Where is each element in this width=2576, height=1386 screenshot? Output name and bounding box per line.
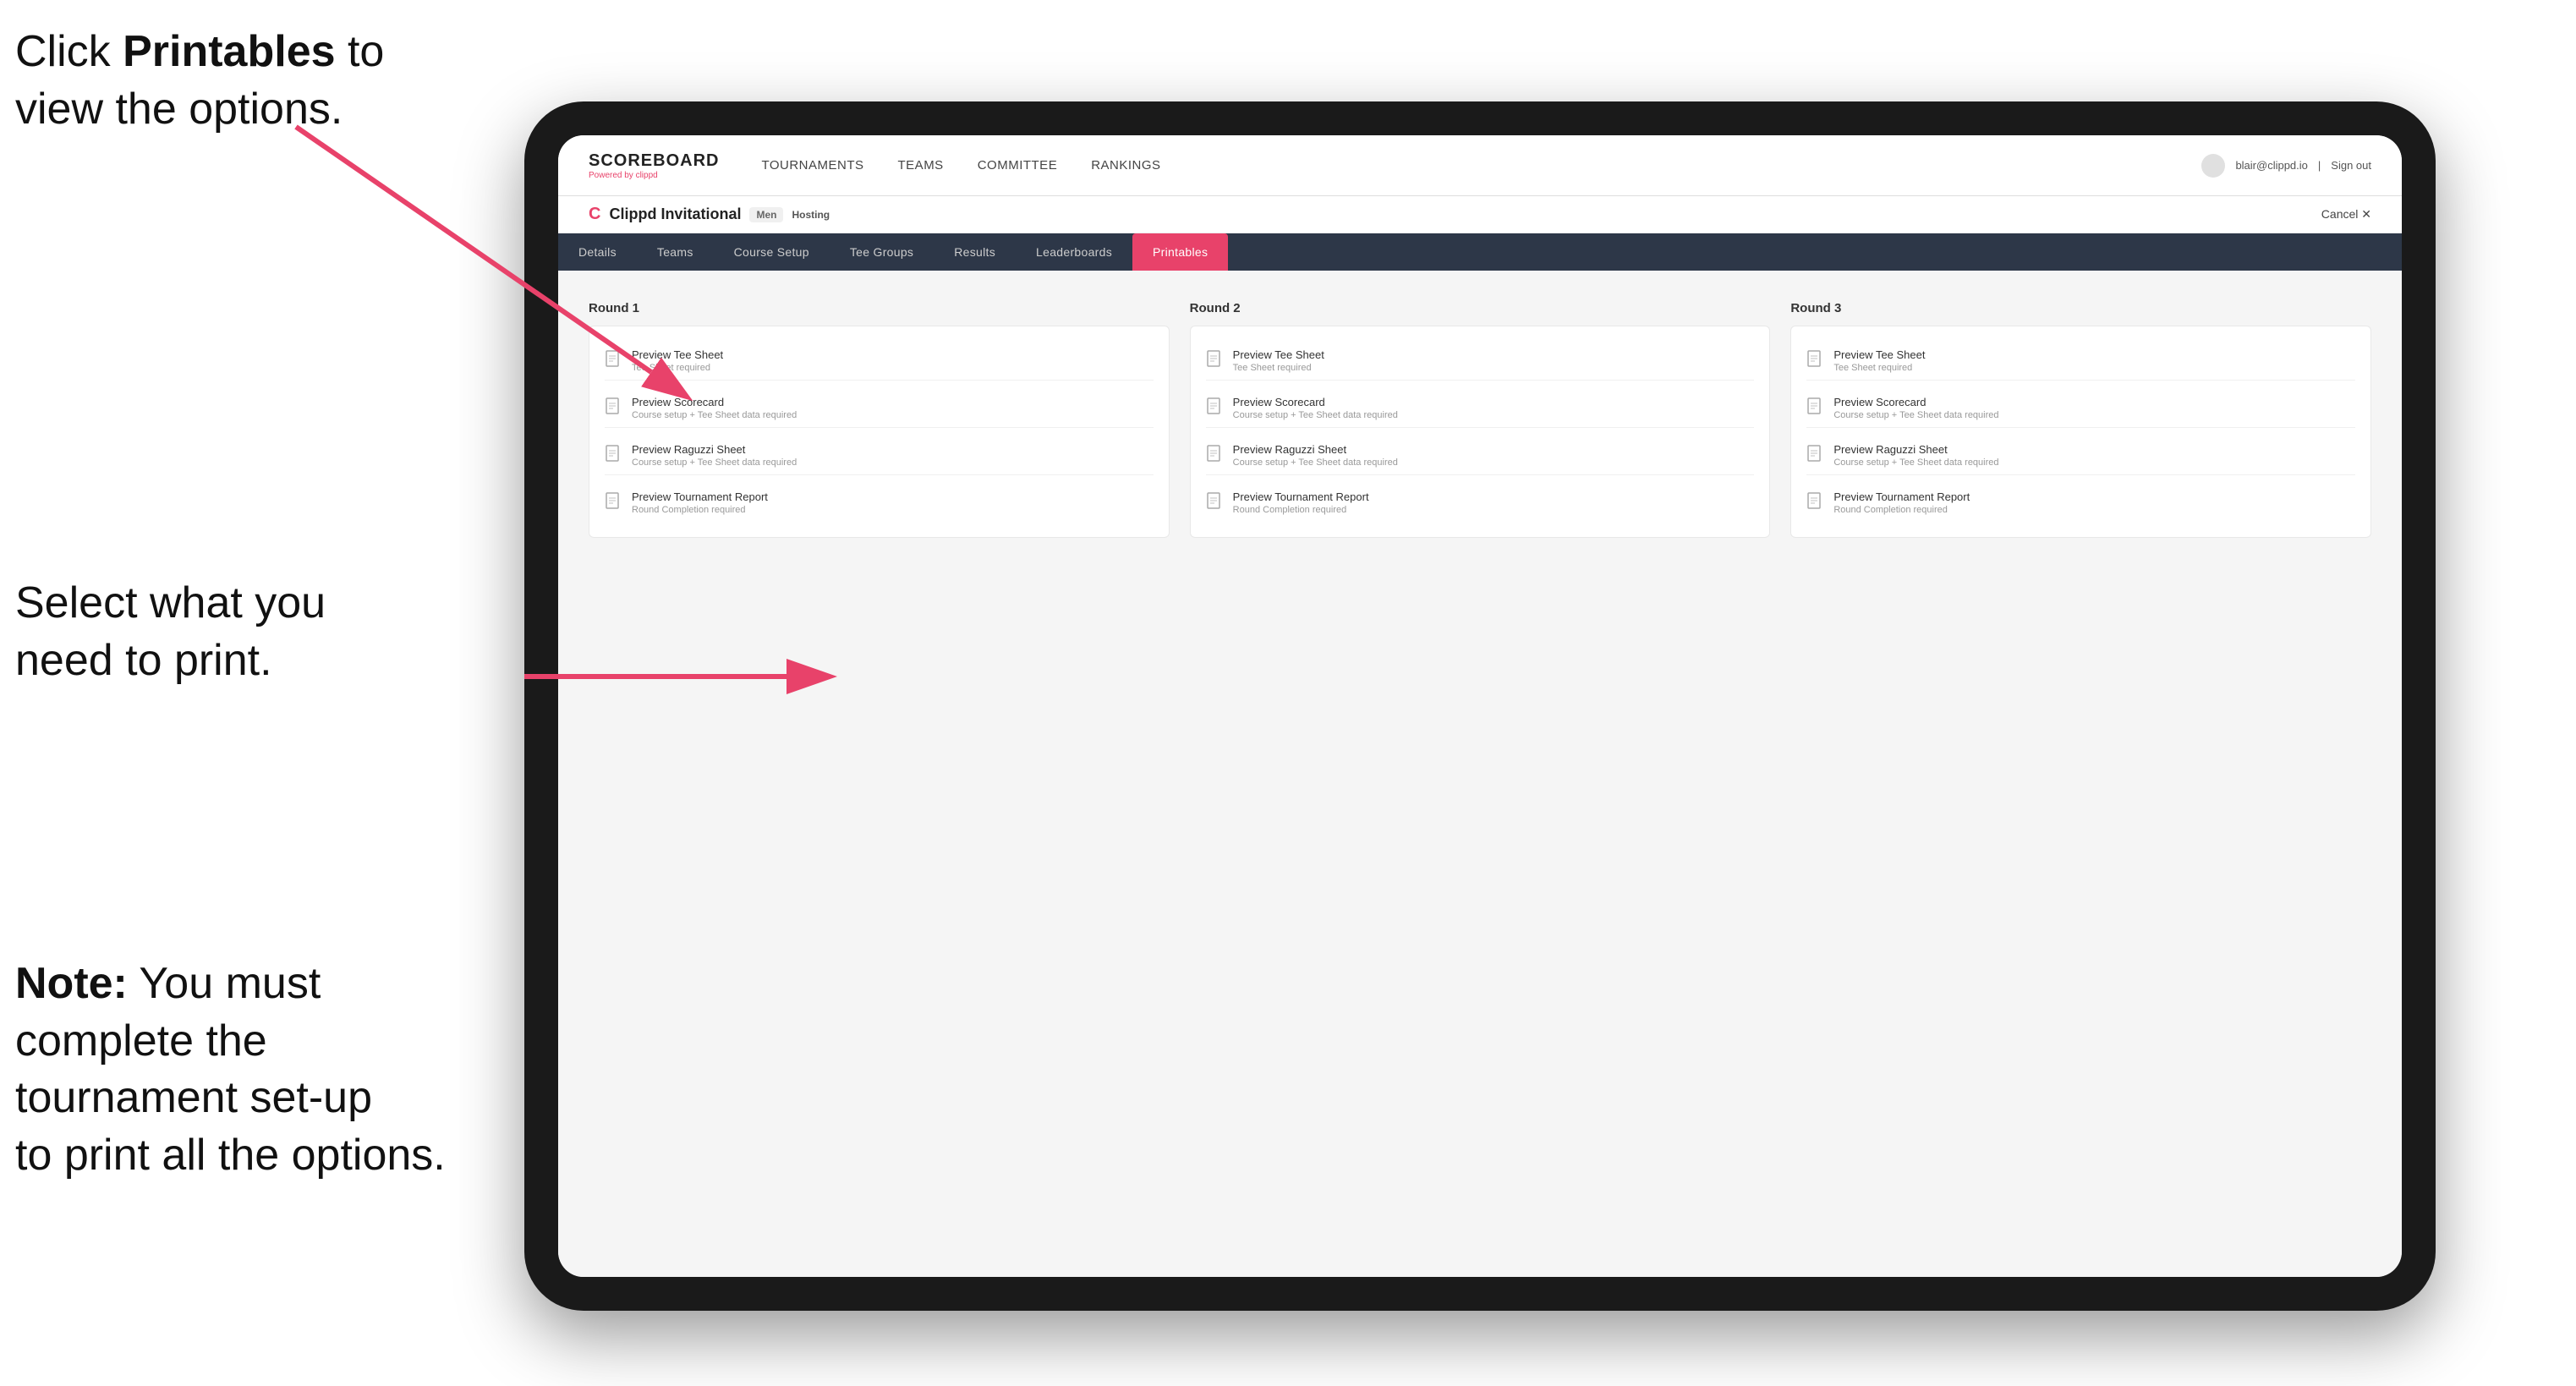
- round3-raguzzi[interactable]: Preview Raguzzi Sheet Course setup + Tee…: [1806, 436, 2355, 475]
- tab-printables[interactable]: Printables: [1132, 233, 1228, 271]
- round3-tee-sheet-sublabel: Tee Sheet required: [1833, 363, 1925, 373]
- document-icon-r2-4: [1206, 492, 1223, 512]
- round3-raguzzi-label: Preview Raguzzi Sheet: [1833, 443, 1998, 456]
- round1-report-label: Preview Tournament Report: [632, 490, 768, 503]
- round3-tee-sheet[interactable]: Preview Tee Sheet Tee Sheet required: [1806, 342, 2355, 381]
- round3-scorecard-sublabel: Course setup + Tee Sheet data required: [1833, 410, 1998, 420]
- document-icon-4: [605, 492, 622, 512]
- round2-tee-sheet-label: Preview Tee Sheet: [1233, 348, 1324, 361]
- round2-raguzzi-sublabel: Course setup + Tee Sheet data required: [1233, 457, 1398, 468]
- round3-tee-sheet-label: Preview Tee Sheet: [1833, 348, 1925, 361]
- nav-link-rankings[interactable]: RANKINGS: [1091, 155, 1160, 176]
- round3-report-sublabel: Round Completion required: [1833, 505, 1970, 515]
- tournament-header: C Clippd Invitational Men Hosting Cancel…: [558, 196, 2402, 233]
- round2-scorecard-text: Preview Scorecard Course setup + Tee She…: [1233, 396, 1398, 420]
- round1-tournament-report[interactable]: Preview Tournament Report Round Completi…: [605, 484, 1154, 522]
- round-3-card: Preview Tee Sheet Tee Sheet required: [1790, 326, 2371, 538]
- round-2-title: Round 2: [1190, 301, 1771, 315]
- round1-report-text: Preview Tournament Report Round Completi…: [632, 490, 768, 515]
- sign-out-link[interactable]: Sign out: [2331, 159, 2371, 172]
- round3-tee-sheet-text: Preview Tee Sheet Tee Sheet required: [1833, 348, 1925, 373]
- round2-report-text: Preview Tournament Report Round Completi…: [1233, 490, 1369, 515]
- top-nav-links: TOURNAMENTS TEAMS COMMITTEE RANKINGS: [761, 155, 2201, 176]
- top-nav: SCOREBOARD Powered by clippd TOURNAMENTS…: [558, 135, 2402, 196]
- rounds-grid: Round 1 Preview Tee Sheet Tee: [589, 301, 2371, 538]
- document-icon-r2-2: [1206, 397, 1223, 418]
- round2-scorecard-label: Preview Scorecard: [1233, 396, 1398, 408]
- round1-raguzzi[interactable]: Preview Raguzzi Sheet Course setup + Tee…: [605, 436, 1154, 475]
- tab-course-setup[interactable]: Course Setup: [714, 233, 830, 271]
- round3-tournament-report[interactable]: Preview Tournament Report Round Completi…: [1806, 484, 2355, 522]
- round2-raguzzi[interactable]: Preview Raguzzi Sheet Course setup + Tee…: [1206, 436, 1755, 475]
- round1-raguzzi-label: Preview Raguzzi Sheet: [632, 443, 797, 456]
- round-3-section: Round 3 Preview Tee Sheet Tee: [1790, 301, 2371, 538]
- round2-tee-sheet-sublabel: Tee Sheet required: [1233, 363, 1324, 373]
- tournament-badge: Men: [749, 207, 783, 222]
- round3-scorecard-text: Preview Scorecard Course setup + Tee She…: [1833, 396, 1998, 420]
- round3-report-text: Preview Tournament Report Round Completi…: [1833, 490, 1970, 515]
- document-icon-r3-1: [1806, 350, 1823, 370]
- round3-raguzzi-sublabel: Course setup + Tee Sheet data required: [1833, 457, 1998, 468]
- round2-tee-sheet-text: Preview Tee Sheet Tee Sheet required: [1233, 348, 1324, 373]
- tablet-screen: SCOREBOARD Powered by clippd TOURNAMENTS…: [558, 135, 2402, 1277]
- top-nav-right: blair@clippd.io | Sign out: [2201, 154, 2371, 178]
- document-icon-r3-3: [1806, 445, 1823, 465]
- cancel-button[interactable]: Cancel ✕: [2321, 207, 2371, 222]
- round-2-section: Round 2 Preview Tee Sheet Tee: [1190, 301, 1771, 538]
- round2-report-label: Preview Tournament Report: [1233, 490, 1369, 503]
- arrow-top: [245, 110, 719, 414]
- round-2-card: Preview Tee Sheet Tee Sheet required: [1190, 326, 1771, 538]
- round2-report-sublabel: Round Completion required: [1233, 505, 1369, 515]
- tab-tee-groups[interactable]: Tee Groups: [830, 233, 934, 271]
- round3-report-label: Preview Tournament Report: [1833, 490, 1970, 503]
- instruction-mid: Select what youneed to print.: [15, 575, 326, 689]
- document-icon-r3-4: [1806, 492, 1823, 512]
- document-icon-3: [605, 445, 622, 465]
- round1-report-sublabel: Round Completion required: [632, 505, 768, 515]
- tab-leaderboards[interactable]: Leaderboards: [1016, 233, 1132, 271]
- nav-link-committee[interactable]: COMMITTEE: [978, 155, 1058, 176]
- hosting-badge: Hosting: [792, 209, 830, 221]
- main-content: Round 1 Preview Tee Sheet Tee: [558, 271, 2402, 1277]
- user-email: blair@clippd.io: [2235, 159, 2307, 172]
- round2-tournament-report[interactable]: Preview Tournament Report Round Completi…: [1206, 484, 1755, 522]
- round2-scorecard[interactable]: Preview Scorecard Course setup + Tee She…: [1206, 389, 1755, 428]
- sub-nav: Details Teams Course Setup Tee Groups Re…: [558, 233, 2402, 271]
- round3-raguzzi-text: Preview Raguzzi Sheet Course setup + Tee…: [1833, 443, 1998, 468]
- arrow-mid: [507, 626, 829, 727]
- round2-raguzzi-label: Preview Raguzzi Sheet: [1233, 443, 1398, 456]
- instruction-bottom: Note: You mustcomplete thetournament set…: [15, 956, 446, 1184]
- round2-raguzzi-text: Preview Raguzzi Sheet Course setup + Tee…: [1233, 443, 1398, 468]
- document-icon-r2-1: [1206, 350, 1223, 370]
- round1-raguzzi-text: Preview Raguzzi Sheet Course setup + Tee…: [632, 443, 797, 468]
- round3-scorecard-label: Preview Scorecard: [1833, 396, 1998, 408]
- round-3-title: Round 3: [1790, 301, 2371, 315]
- nav-link-teams[interactable]: TEAMS: [898, 155, 944, 176]
- round3-scorecard[interactable]: Preview Scorecard Course setup + Tee She…: [1806, 389, 2355, 428]
- round1-raguzzi-sublabel: Course setup + Tee Sheet data required: [632, 457, 797, 468]
- separator: |: [2318, 159, 2321, 172]
- nav-link-tournaments[interactable]: TOURNAMENTS: [761, 155, 863, 176]
- round2-tee-sheet[interactable]: Preview Tee Sheet Tee Sheet required: [1206, 342, 1755, 381]
- tab-results[interactable]: Results: [934, 233, 1016, 271]
- document-icon-r2-3: [1206, 445, 1223, 465]
- instruction-bold: Printables: [123, 27, 335, 76]
- document-icon-r3-2: [1806, 397, 1823, 418]
- round2-scorecard-sublabel: Course setup + Tee Sheet data required: [1233, 410, 1398, 420]
- user-avatar: [2201, 154, 2225, 178]
